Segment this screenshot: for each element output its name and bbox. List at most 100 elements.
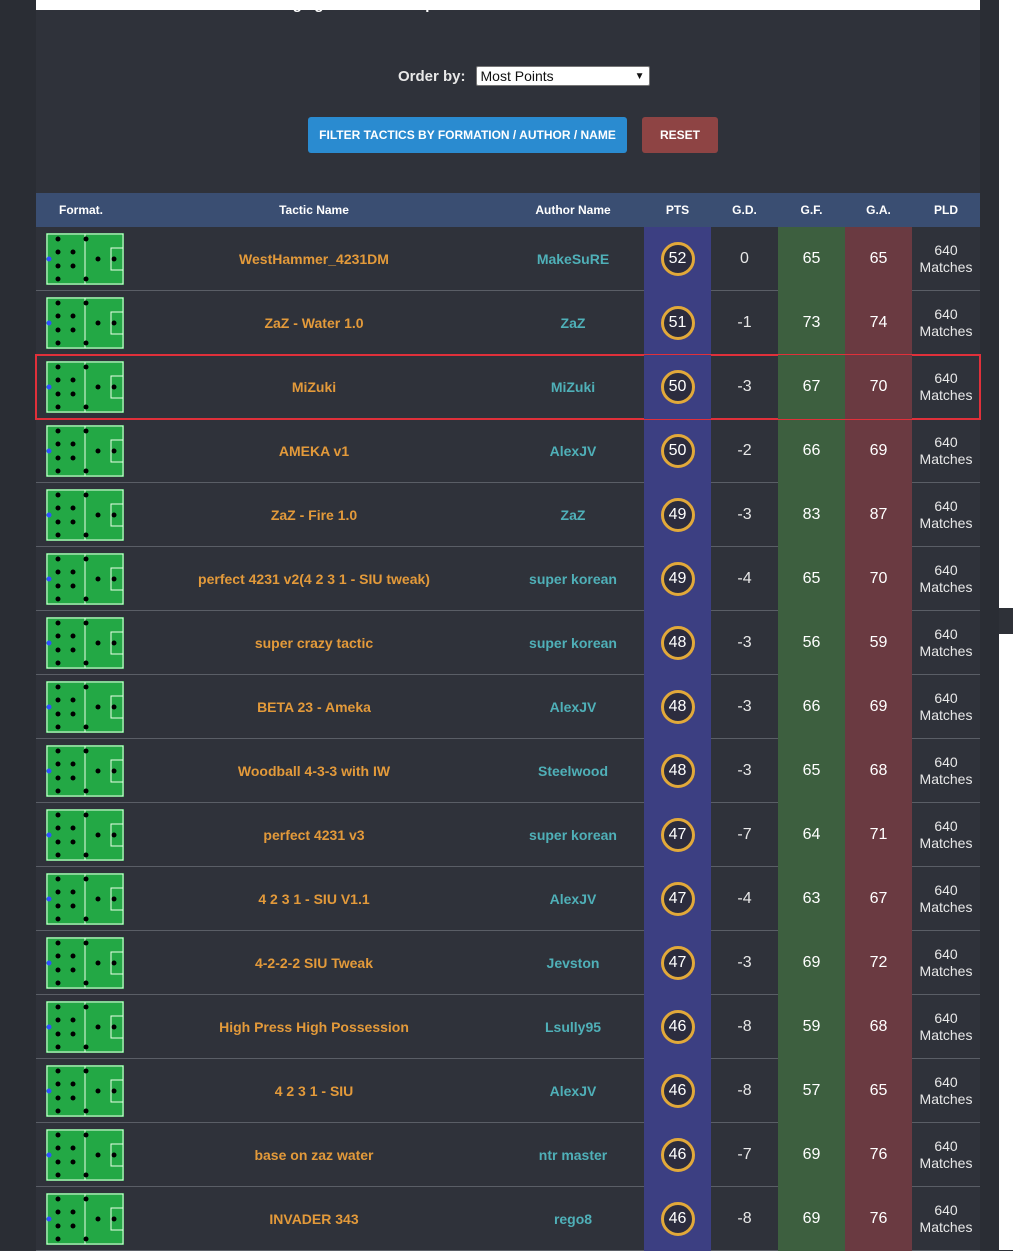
gd-value: -3 [737,698,752,715]
author-name-link[interactable]: ZaZ [498,483,648,547]
table-row[interactable]: 4-2-2-2 SIU Tweak Jevston 47 -3 69 72 64… [36,931,980,995]
pld-value: 640 [934,690,958,706]
tactic-name-link[interactable]: INVADER 343 [144,1187,484,1251]
tactic-name-link[interactable]: super crazy tactic [144,611,484,675]
pts-cell: 46 [644,1059,711,1123]
col-author-name[interactable]: Author Name [498,203,648,217]
table-row[interactable]: ZaZ - Water 1.0 ZaZ 51 -1 73 74 640 Matc… [36,291,980,355]
pts-badge: 46 [660,1138,695,1172]
col-tactic-name[interactable]: Tactic Name [144,203,484,217]
author-name-link[interactable]: AlexJV [498,675,648,739]
formation-pitch-icon [46,1065,124,1117]
col-gf[interactable]: G.F. [778,203,845,217]
table-row[interactable]: INVADER 343 rego8 46 -8 69 76 640 Matche… [36,1187,980,1251]
author-name-link[interactable]: AlexJV [498,419,648,483]
tactic-name-link[interactable]: BETA 23 - Ameka [144,675,484,739]
gd-value: -3 [737,954,752,971]
table-row[interactable]: 4 2 3 1 - SIU AlexJV 46 -8 57 65 640 Mat… [36,1059,980,1123]
pts-cell: 46 [644,995,711,1059]
table-row[interactable]: AMEKA v1 AlexJV 50 -2 66 69 640 Matches [36,419,980,483]
author-name-link[interactable]: ntr master [498,1123,648,1187]
tactic-name-link[interactable]: WestHammer_4231DM [144,227,484,291]
author-name-link[interactable]: AlexJV [498,1059,648,1123]
tactics-panel: G.D. - Average goal difference per seaso… [35,0,981,1251]
table-row[interactable]: High Press High Possession Lsully95 46 -… [36,995,980,1059]
table-row[interactable]: 4 2 3 1 - SIU V1.1 AlexJV 47 -4 63 67 64… [36,867,980,931]
pld-unit: Matches [919,259,973,275]
author-name-link[interactable]: Jevston [498,931,648,995]
scrollbar-track-top[interactable] [999,0,1013,608]
gd-value: -3 [737,378,752,395]
scrollbar-track-bottom[interactable] [999,634,1013,1250]
tactic-name-link[interactable]: High Press High Possession [144,995,484,1059]
formation-pitch-icon [46,617,124,669]
gd-value: -7 [737,826,752,843]
scrollbar-thumb[interactable] [999,608,1013,634]
tactic-name-link[interactable]: 4 2 3 1 - SIU [144,1059,484,1123]
table-row[interactable]: super crazy tactic super korean 48 -3 56… [36,611,980,675]
formation-cell [46,739,124,803]
tactic-name-link[interactable]: MiZuki [144,355,484,419]
pld-value: 640 [934,946,958,962]
pld-unit: Matches [919,515,973,531]
tactic-name-link[interactable]: base on zaz water [144,1123,484,1187]
pld-value: 640 [934,562,958,578]
author-name-link[interactable]: AlexJV [498,867,648,931]
table-row[interactable]: base on zaz water ntr master 46 -7 69 76… [36,1123,980,1187]
table-row[interactable]: WestHammer_4231DM MakeSuRE 52 0 65 65 64… [36,227,980,291]
tactic-name-link[interactable]: 4-2-2-2 SIU Tweak [144,931,484,995]
col-ga[interactable]: G.A. [845,203,912,217]
author-name-link[interactable]: ZaZ [498,291,648,355]
author-name-link[interactable]: MakeSuRE [498,227,648,291]
ga-value: 87 [845,483,912,547]
table-row[interactable]: MiZuki MiZuki 50 -3 67 70 640 Matches [35,354,981,420]
pts-cell: 49 [644,483,711,547]
tactic-name-link[interactable]: Woodball 4-3-3 with IW [144,739,484,803]
pld-cell: 640 Matches [912,675,980,739]
pts-cell: 47 [644,803,711,867]
formation-cell [46,1187,124,1251]
pld-unit: Matches [919,963,973,979]
order-by-select[interactable]: Most Points ▼ [475,66,650,86]
tactic-name-link[interactable]: ZaZ - Fire 1.0 [144,483,484,547]
gf-value: 64 [778,803,845,867]
formation-pitch-icon [46,1001,124,1053]
formation-cell [46,291,124,355]
tactic-name-link[interactable]: perfect 4231 v3 [144,803,484,867]
filter-tactics-button[interactable]: FILTER TACTICS BY FORMATION / AUTHOR / N… [308,117,627,153]
table-row[interactable]: perfect 4231 v3 super korean 47 -7 64 71… [36,803,980,867]
author-name-link[interactable]: Lsully95 [498,995,648,1059]
tactic-name-link[interactable]: AMEKA v1 [144,419,484,483]
right-margin [980,0,999,1250]
formation-pitch-icon [46,681,124,733]
table-row[interactable]: ZaZ - Fire 1.0 ZaZ 49 -3 83 87 640 Match… [36,483,980,547]
table-row[interactable]: perfect 4231 v2(4 2 3 1 - SIU tweak) sup… [36,547,980,611]
reset-button[interactable]: RESET [642,117,718,153]
pts-badge: 49 [660,562,695,596]
author-name-link[interactable]: MiZuki [498,355,648,419]
pld-value: 640 [934,882,958,898]
formation-pitch-icon [46,937,124,989]
col-pts[interactable]: PTS [644,203,711,217]
author-name-link[interactable]: super korean [498,547,648,611]
author-name-link[interactable]: super korean [498,611,648,675]
pld-value: 640 [934,1138,958,1154]
pld-value: 640 [934,370,958,386]
tactic-name-link[interactable]: perfect 4231 v2(4 2 3 1 - SIU tweak) [144,547,484,611]
pld-cell: 640 Matches [912,419,980,483]
col-format[interactable]: Format. [48,203,114,217]
gf-value: 59 [778,995,845,1059]
table-row[interactable]: Woodball 4-3-3 with IW Steelwood 48 -3 6… [36,739,980,803]
gf-value: 69 [778,1123,845,1187]
author-name-link[interactable]: super korean [498,803,648,867]
author-name-link[interactable]: Steelwood [498,739,648,803]
col-gd[interactable]: G.D. [711,203,778,217]
gd-value: -4 [737,570,752,587]
table-row[interactable]: BETA 23 - Ameka AlexJV 48 -3 66 69 640 M… [36,675,980,739]
tactic-name-link[interactable]: ZaZ - Water 1.0 [144,291,484,355]
tactic-name-link[interactable]: 4 2 3 1 - SIU V1.1 [144,867,484,931]
left-margin [0,0,36,1250]
ga-value: 68 [845,995,912,1059]
author-name-link[interactable]: rego8 [498,1187,648,1251]
col-pld[interactable]: PLD [912,203,980,217]
